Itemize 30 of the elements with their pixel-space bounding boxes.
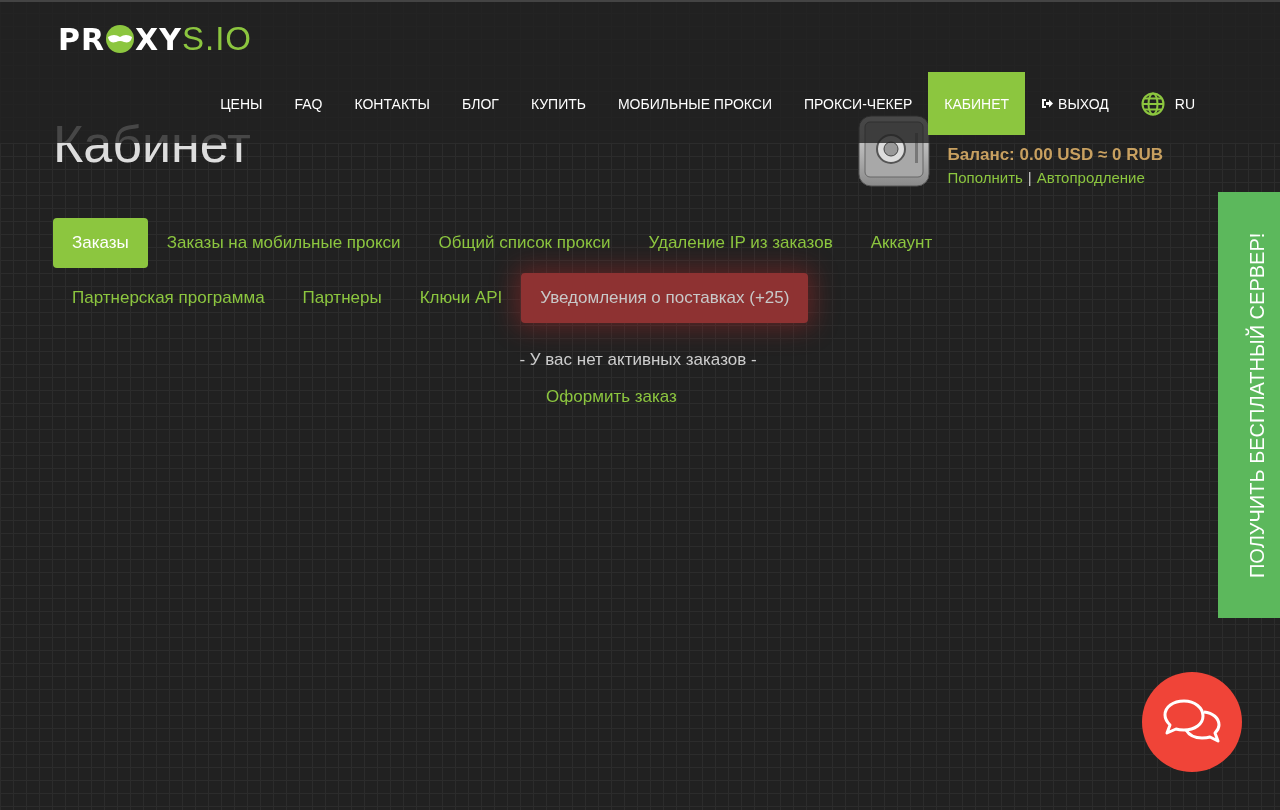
page-title: Кабинет [53, 114, 251, 175]
nav-link[interactable]: КОНТАКТЫ [338, 91, 446, 116]
tab[interactable]: Партнерская программа [53, 273, 284, 323]
globe-icon [1140, 91, 1165, 116]
nav-link[interactable]: МОБИЛЬНЫЕ ПРОКСИ [601, 91, 788, 116]
language-link[interactable]: RU [1124, 91, 1211, 116]
tab[interactable]: Заказы на мобильные прокси [147, 218, 420, 268]
tab[interactable]: Ключи API [400, 273, 522, 323]
logo-text: XY [135, 21, 182, 57]
logo-text: S.IO [181, 20, 252, 58]
nav-link[interactable]: КУПИТЬ [514, 91, 602, 116]
top-up-link[interactable]: Пополнить [947, 169, 1023, 186]
order-link[interactable]: Оформить заказ [546, 387, 677, 407]
tab[interactable]: Партнеры [283, 273, 401, 323]
separator: | [1027, 169, 1032, 186]
nav-link[interactable]: БЛОГ [446, 91, 515, 116]
empty-message: - У вас нет активных заказов - [519, 350, 757, 370]
balance-text: Баланс: 0.00 USD ≈ 0 RUB [947, 145, 1163, 165]
tab[interactable]: Общий список прокси [419, 218, 630, 268]
nav-link[interactable]: ЦЕНЫ [204, 91, 279, 116]
logout-icon [1041, 98, 1054, 109]
logo-mask-icon [105, 24, 136, 54]
tab[interactable]: Удаление IP из заказов [629, 218, 852, 268]
logout-link[interactable]: ВЫХОД [1025, 91, 1125, 116]
nav-link[interactable]: FAQ [278, 91, 339, 116]
tab[interactable]: Уведомления о поставках (+25) [521, 273, 809, 323]
nav-link[interactable]: ПРОКСИ-ЧЕКЕР [788, 91, 929, 116]
logo-text: PR [58, 21, 106, 57]
auto-renew-link[interactable]: Автопродление [1036, 169, 1145, 186]
tab[interactable]: Аккаунт [851, 218, 952, 268]
